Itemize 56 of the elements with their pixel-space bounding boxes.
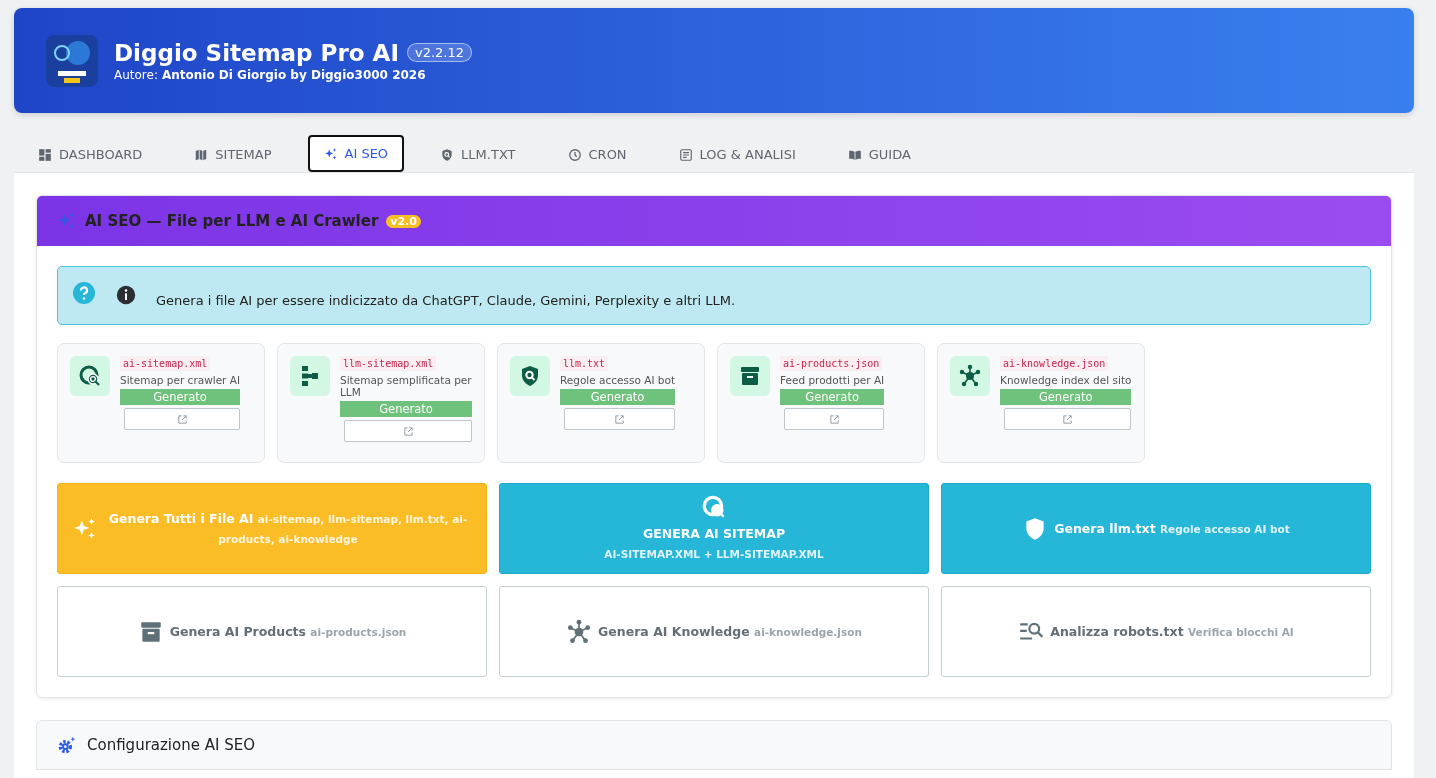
file-description: Feed prodotti per AI <box>780 374 885 386</box>
clock-icon <box>567 147 582 162</box>
map-icon <box>194 147 209 162</box>
file-name: llm.txt <box>560 356 609 371</box>
author-name: Antonio Di Giorgio by Diggio3000 2026 <box>161 67 426 82</box>
nav-tab[interactable]: GUIDA <box>831 135 927 172</box>
external-link-icon <box>828 413 840 425</box>
info-text: Genera i file AI per essere indicizzato da ChatGPT, Claude, Gemini, Perplexity e altri LLM. <box>156 293 736 308</box>
status-badge: Generato <box>120 389 241 405</box>
version-badge: v2.2.12 <box>406 43 472 62</box>
app-title: Diggio Sitemap Pro AI <box>114 39 399 66</box>
version-badge: v2.0 <box>386 214 421 228</box>
nav-tab[interactable]: LOG & ANALISI <box>662 135 812 172</box>
file-name: llm-sitemap.xml <box>340 356 437 371</box>
info-icon <box>116 285 136 305</box>
external-link-icon <box>1062 413 1074 425</box>
network-icon <box>958 364 982 388</box>
file-description: Sitemap per crawler AI <box>120 374 241 386</box>
list-icon <box>678 147 693 162</box>
action-button[interactable]: Genera AI Products ai-products.json <box>57 586 487 677</box>
action-button[interactable]: Analizza robots.txt Verifica blocchi AI <box>941 586 1371 677</box>
nav-tab[interactable]: SITEMAP <box>178 135 288 172</box>
shield-search-icon <box>440 147 455 162</box>
sparkles-icon <box>72 515 98 542</box>
open-file-button[interactable] <box>564 408 676 430</box>
status-badge: Generato <box>560 389 676 405</box>
open-file-button[interactable] <box>124 408 241 430</box>
author-label: Autore: <box>114 67 158 82</box>
archive-box-icon <box>738 364 762 388</box>
app-logo-icon <box>46 34 98 87</box>
action-button[interactable]: Genera AI Knowledge ai-knowledge.json <box>499 586 929 677</box>
sparkles-icon <box>323 146 338 161</box>
file-name: ai-sitemap.xml <box>120 356 211 371</box>
file-name: ai-products.json <box>780 356 883 371</box>
nav-tab[interactable]: AI SEO <box>307 135 405 172</box>
card-title: AI SEO — File per LLM e AI Crawler <box>85 212 379 230</box>
nav-tab[interactable]: CRON <box>551 135 643 172</box>
dashboard-icon <box>38 147 52 162</box>
open-file-button[interactable] <box>784 408 885 430</box>
nav-tab[interactable]: LLM.TXT <box>424 135 532 172</box>
help-icon <box>72 281 96 305</box>
status-badge: Generato <box>780 389 885 405</box>
external-link-icon <box>614 413 626 425</box>
status-badge: Generato <box>340 401 472 417</box>
external-link-icon <box>402 425 414 437</box>
open-file-button[interactable] <box>1004 408 1132 430</box>
open-file-button[interactable] <box>344 420 472 442</box>
network-icon <box>566 618 593 645</box>
file-description: Knowledge index del sito <box>1000 374 1132 386</box>
file-description: Sitemap semplificata per LLM <box>340 374 472 398</box>
status-badge: Generato <box>1000 389 1132 405</box>
external-link-icon <box>176 413 188 425</box>
file-name: ai-knowledge.json <box>1000 356 1109 371</box>
file-description: Regole accesso AI bot <box>560 374 676 386</box>
card-title: Configurazione AI SEO <box>87 736 255 754</box>
nav-tab[interactable]: DASHBOARD <box>22 135 159 172</box>
